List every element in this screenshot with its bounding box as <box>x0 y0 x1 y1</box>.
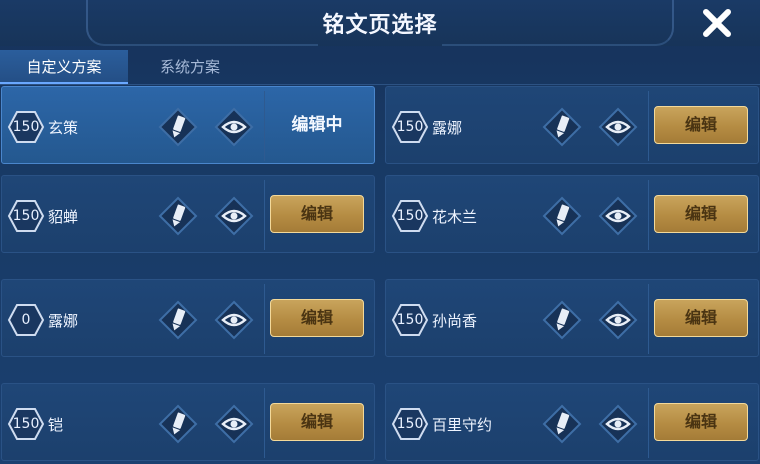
close-icon[interactable] <box>700 6 734 40</box>
edit-button[interactable]: 编辑 <box>270 195 364 233</box>
level-badge: 150 <box>7 110 45 144</box>
plan-card-1[interactable]: 150 玄策 编辑中 <box>1 86 375 164</box>
page-title: 铭文页选择 <box>322 13 438 38</box>
card-divider <box>648 284 649 354</box>
level-badge: 150 <box>391 407 429 441</box>
edit-button[interactable]: 编辑 <box>654 299 748 337</box>
pencil-icon <box>158 107 198 147</box>
plan-card-7[interactable]: 150 铠 编辑 <box>1 383 375 461</box>
rename-button[interactable] <box>158 196 198 236</box>
level-value: 0 <box>21 312 31 328</box>
edit-button[interactable]: 编辑 <box>270 299 364 337</box>
preview-button[interactable] <box>214 300 254 340</box>
rename-button[interactable] <box>158 300 198 340</box>
plan-name: 玄策 <box>48 119 79 137</box>
card-divider <box>648 91 649 161</box>
plan-name: 花木兰 <box>432 208 478 226</box>
preview-button[interactable] <box>598 107 638 147</box>
level-value: 150 <box>396 416 424 432</box>
card-divider <box>264 180 265 250</box>
card-divider <box>264 91 265 161</box>
level-badge: 150 <box>7 199 45 233</box>
level-value: 150 <box>396 208 424 224</box>
edit-button[interactable]: 编辑 <box>654 403 748 441</box>
plan-name: 露娜 <box>48 312 79 330</box>
pencil-icon <box>158 196 198 236</box>
level-badge: 150 <box>391 110 429 144</box>
plan-card-4[interactable]: 150 花木兰 编辑 <box>385 175 759 253</box>
level-value: 150 <box>396 312 424 328</box>
eye-icon <box>598 196 638 236</box>
eye-icon <box>214 404 254 444</box>
preview-button[interactable] <box>214 196 254 236</box>
rename-button[interactable] <box>542 196 582 236</box>
pencil-icon <box>542 300 582 340</box>
plan-name: 铠 <box>48 416 64 434</box>
level-badge: 150 <box>7 407 45 441</box>
eye-icon <box>598 300 638 340</box>
pencil-icon <box>542 196 582 236</box>
preview-button[interactable] <box>598 404 638 444</box>
edit-button[interactable]: 编辑 <box>654 195 748 233</box>
edit-button[interactable]: 编辑 <box>654 106 748 144</box>
tab-bar: 自定义方案 系统方案 <box>0 50 760 85</box>
rename-button[interactable] <box>542 300 582 340</box>
rename-button[interactable] <box>158 107 198 147</box>
preview-button[interactable] <box>214 404 254 444</box>
rename-button[interactable] <box>542 404 582 444</box>
plan-card-6[interactable]: 150 孙尚香 编辑 <box>385 279 759 357</box>
eye-icon <box>214 196 254 236</box>
preview-button[interactable] <box>598 300 638 340</box>
plan-card-8[interactable]: 150 百里守约 编辑 <box>385 383 759 461</box>
pencil-icon <box>158 300 198 340</box>
card-divider <box>264 284 265 354</box>
level-badge: 150 <box>391 199 429 233</box>
level-value: 150 <box>12 119 40 135</box>
pencil-icon <box>158 404 198 444</box>
header-bar: 铭文页选择 <box>0 0 760 46</box>
plan-card-5[interactable]: 0 露娜 编辑 <box>1 279 375 357</box>
preview-button[interactable] <box>598 196 638 236</box>
plan-name: 孙尚香 <box>432 312 478 330</box>
level-badge: 0 <box>7 303 45 337</box>
card-divider <box>264 388 265 458</box>
preview-button[interactable] <box>214 107 254 147</box>
card-divider <box>648 180 649 250</box>
eye-icon <box>214 300 254 340</box>
tab-custom-plans[interactable]: 自定义方案 <box>0 50 128 84</box>
tab-system-plans[interactable]: 系统方案 <box>140 50 240 84</box>
pencil-icon <box>542 404 582 444</box>
level-value: 150 <box>396 119 424 135</box>
pencil-icon <box>542 107 582 147</box>
eye-icon <box>598 107 638 147</box>
level-value: 150 <box>12 208 40 224</box>
edit-button[interactable]: 编辑 <box>270 403 364 441</box>
plan-name: 露娜 <box>432 119 463 137</box>
rename-button[interactable] <box>542 107 582 147</box>
eye-icon <box>598 404 638 444</box>
plan-card-2[interactable]: 150 露娜 编辑 <box>385 86 759 164</box>
level-badge: 150 <box>391 303 429 337</box>
editing-status: 编辑中 <box>291 115 343 135</box>
eye-icon <box>214 107 254 147</box>
card-divider <box>648 388 649 458</box>
plan-name: 百里守约 <box>432 416 493 434</box>
plan-card-3[interactable]: 150 貂蝉 编辑 <box>1 175 375 253</box>
level-value: 150 <box>12 416 40 432</box>
rename-button[interactable] <box>158 404 198 444</box>
plan-name: 貂蝉 <box>48 208 79 226</box>
